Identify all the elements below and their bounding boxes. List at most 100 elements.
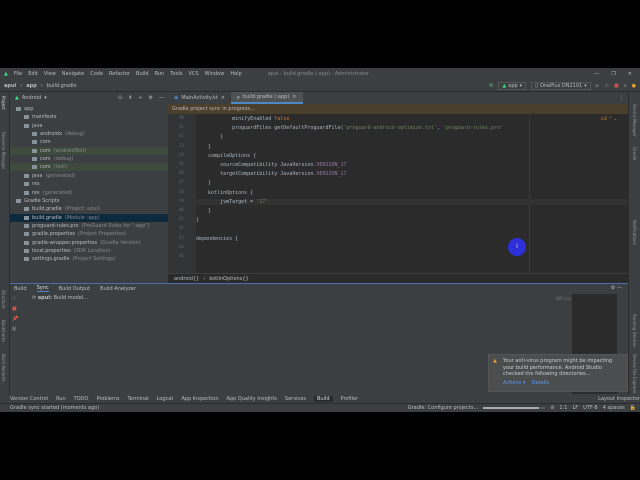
menu-edit[interactable]: Edit — [28, 71, 38, 77]
code-line[interactable]: } — [196, 134, 223, 140]
status-message[interactable]: Gradle sync started (moments ago) — [10, 405, 99, 411]
lock-icon[interactable]: 🔓 — [630, 405, 636, 411]
code-line[interactable]: compileOptions { — [196, 153, 256, 159]
tool-window-problems[interactable]: Problems — [96, 396, 119, 402]
close-button[interactable]: ✕ — [628, 71, 632, 77]
tab-mainactivity[interactable]: ◉ MainActivity.kt × — [168, 92, 231, 104]
collapse-all-icon[interactable]: ⇞ — [128, 95, 132, 101]
tree-item[interactable]: com — [10, 138, 168, 146]
run-config-dropdown[interactable]: ▲ app ▾ — [498, 81, 527, 90]
tool-window-app-quality-insights[interactable]: App Quality Insights — [227, 396, 277, 402]
indent[interactable]: 4 spaces — [603, 405, 625, 411]
menu-navigate[interactable]: Navigate — [62, 71, 84, 77]
menu-view[interactable]: View — [44, 71, 56, 77]
tree-item[interactable]: java — [10, 122, 168, 130]
tool-window-run[interactable]: Run — [56, 396, 66, 402]
warnings-indicator[interactable]: ⚠3 ⌃ ⌄ — [600, 117, 617, 122]
background-task[interactable]: Gradle: Configure projects... — [408, 405, 478, 411]
code-line[interactable]: } — [196, 208, 211, 214]
tree-item[interactable]: app — [10, 105, 168, 113]
tree-item[interactable]: build.gradle (Module :app) — [10, 213, 168, 222]
menu-help[interactable]: Help — [230, 71, 241, 77]
tree-item[interactable]: com (androidTest) — [10, 146, 168, 155]
hide-icon[interactable]: — — [159, 95, 164, 101]
code-line[interactable]: targetCompatibility JavaVersion.VERSION_… — [196, 171, 346, 177]
tool-window-todo[interactable]: TODO — [74, 396, 89, 402]
menu-window[interactable]: Window — [205, 71, 225, 77]
tool-window-terminal[interactable]: Terminal — [127, 396, 148, 402]
tree-item[interactable]: proguard-rules.pro (ProGuard Rules for ":… — [10, 222, 168, 230]
code-line[interactable]: jvmTarget = '17' — [196, 198, 628, 205]
encoding[interactable]: UTF-8 — [583, 405, 598, 411]
crumb-android[interactable]: android{} — [174, 276, 199, 282]
code-line[interactable]: } — [196, 217, 199, 223]
run-icon[interactable]: ▶ — [596, 83, 600, 89]
restart-icon[interactable]: ⟳ — [12, 296, 18, 302]
gear-icon[interactable]: ⚙ — [149, 95, 153, 101]
tab-sync[interactable]: Sync — [36, 285, 49, 292]
tool-window-logcat[interactable]: Logcat — [157, 396, 174, 402]
select-opened-file-icon[interactable]: ⊙ — [118, 95, 122, 101]
tree-item[interactable]: com (test) — [10, 163, 168, 172]
tree-item[interactable]: settings.gradle (Project Settings) — [10, 255, 168, 263]
device-file-explorer-tool-button[interactable]: Device File Explorer — [632, 354, 637, 394]
code-line[interactable]: } — [196, 180, 211, 186]
menu-refactor[interactable]: Refactor — [109, 71, 130, 77]
menu-build[interactable]: Build — [136, 71, 149, 77]
tree-item[interactable]: com (debug) — [10, 155, 168, 163]
tool-window-version-control[interactable]: Version Control — [10, 396, 48, 402]
build-variants-tool-button[interactable]: Build Variants — [1, 354, 6, 382]
settings-update-icon[interactable]: ● — [632, 83, 636, 89]
menu-file[interactable]: File — [14, 71, 22, 77]
tree-item[interactable]: res — [10, 180, 168, 188]
actions-link[interactable]: Actions ▾ — [503, 380, 525, 386]
pin-icon[interactable]: 📌 — [12, 316, 18, 322]
code-line[interactable]: proguardFiles getDefaultProguardFile('pr… — [196, 125, 503, 131]
minimize-button[interactable]: — — [594, 71, 599, 77]
menu-vcs[interactable]: VCS — [189, 71, 199, 77]
tool-window-profiler[interactable]: Profiler — [341, 396, 359, 402]
tool-window-app-inspection[interactable]: App Inspection — [181, 396, 218, 402]
stop-icon[interactable]: ■ — [614, 83, 619, 89]
tree-item[interactable]: manifests — [10, 113, 168, 121]
hammer-icon[interactable]: ⚒ — [489, 83, 493, 89]
tab-build-output[interactable]: Build Output — [59, 286, 91, 292]
close-tab-icon[interactable]: × — [292, 94, 296, 100]
more-tabs-icon[interactable]: ⋮ — [615, 95, 628, 104]
caret-position[interactable]: 1:1 — [559, 405, 567, 411]
tool-window-build[interactable]: Build — [313, 396, 333, 402]
debug-icon[interactable]: ⚙ — [605, 83, 609, 89]
gradle-tool-button[interactable]: Gradle — [632, 147, 637, 160]
tree-item[interactable]: gradle.properties (Project Properties) — [10, 230, 168, 238]
project-tool-button[interactable]: Project — [1, 96, 6, 110]
tree-item[interactable]: res (generated) — [10, 189, 168, 197]
tool-window-layout-inspector[interactable]: Layout Inspector — [598, 396, 640, 402]
cancel-icon[interactable]: ⊘ — [550, 405, 554, 411]
code-line[interactable]: minifyEnabled false — [196, 116, 289, 122]
menu-run[interactable]: Run — [155, 71, 165, 77]
code-line[interactable]: sourceCompatibility JavaVersion.VERSION_… — [196, 162, 346, 168]
filter-icon[interactable]: ◎ — [12, 326, 18, 332]
menu-code[interactable]: Code — [90, 71, 103, 77]
device-dropdown[interactable]: ▯ OnePlus DN2101 ▾ — [531, 81, 591, 90]
details-link[interactable]: Details — [532, 380, 549, 386]
sync-task-row[interactable]: ⟳ apui: Build model... — [32, 295, 88, 301]
device-manager-tool-button[interactable]: Device Manager — [632, 104, 637, 136]
tab-build-analyzer[interactable]: Build Analyzer — [100, 286, 136, 292]
notifications-tool-button[interactable]: Notifications — [632, 220, 637, 245]
structure-tool-button[interactable]: Structure — [1, 290, 6, 309]
expand-all-icon[interactable]: ÷ — [138, 95, 142, 101]
tree-item[interactable]: androidx (debug) — [10, 130, 168, 138]
breadcrumb-project[interactable]: apui — [4, 83, 16, 89]
code-line[interactable]: kotlinOptions { — [196, 190, 253, 196]
crumb-kotlinoptions[interactable]: kotlinOptions{} — [209, 276, 248, 282]
tab-build-gradle[interactable]: 𝓰 build.gradle (:app) × — [230, 92, 303, 104]
tree-item[interactable]: gradle-wrapper.properties (Gradle Version… — [10, 239, 168, 247]
breadcrumb-file[interactable]: build.gradle — [47, 83, 77, 89]
tree-item[interactable]: build.gradle (Project: apui) — [10, 205, 168, 213]
resource-manager-tool-button[interactable]: Resource Manager — [1, 132, 6, 169]
tree-item[interactable]: local.properties (SDK Location) — [10, 247, 168, 255]
tree-item[interactable]: java (generated) — [10, 172, 168, 180]
menu-tools[interactable]: Tools — [170, 71, 182, 77]
tool-window-services[interactable]: Services — [285, 396, 306, 402]
